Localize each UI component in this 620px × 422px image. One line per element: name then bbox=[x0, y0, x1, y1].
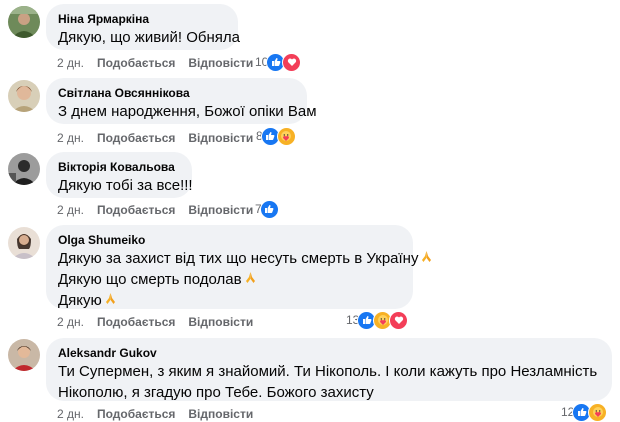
like-link[interactable]: Подобається bbox=[97, 56, 175, 70]
reply-link[interactable]: Відповісти bbox=[188, 407, 253, 421]
reaction-summary[interactable]: 7 bbox=[255, 199, 279, 219]
avatar[interactable] bbox=[8, 80, 40, 112]
comment-author[interactable]: Вікторія Ковальова bbox=[58, 159, 180, 175]
reaction-summary[interactable]: 12 bbox=[561, 402, 608, 422]
love-icon bbox=[389, 310, 409, 330]
love-icon bbox=[282, 52, 302, 72]
comment-bubble: Вікторія Ковальова Дякую тобі за все!!! bbox=[46, 152, 193, 198]
comment-author[interactable]: Aleksandr Gukov bbox=[58, 345, 600, 361]
care-icon bbox=[588, 402, 608, 422]
comment-author[interactable]: Ніна Ярмаркіна bbox=[58, 11, 226, 27]
like-link[interactable]: Подобається bbox=[97, 131, 175, 145]
comment-time[interactable]: 2 дн. bbox=[57, 203, 84, 217]
comment-actions: 2 дн. Подобається Відповісти bbox=[57, 130, 266, 146]
comment-time[interactable]: 2 дн. bbox=[57, 131, 84, 145]
like-link[interactable]: Подобається bbox=[97, 407, 175, 421]
reply-link[interactable]: Відповісти bbox=[188, 315, 253, 329]
like-icon bbox=[259, 199, 279, 219]
comment-text: Дякую, що живий! Обняла bbox=[58, 29, 241, 46]
comment-text-line: Дякую bbox=[58, 292, 102, 309]
comment-author[interactable]: Світлана Овсяннікова bbox=[58, 85, 295, 101]
reply-link[interactable]: Відповісти bbox=[188, 131, 253, 145]
avatar[interactable] bbox=[8, 339, 40, 371]
comment-text-line: Дякую за захист від тих що несуть смерть… bbox=[58, 250, 419, 267]
comment-text: Дякую за захист від тих що несуть смерть… bbox=[58, 248, 432, 269]
comment-actions: 2 дн. Подобається Відповісти bbox=[57, 314, 266, 330]
comment-actions: 2 дн. Подобається Відповісти bbox=[57, 202, 266, 218]
comment-text: Дякую bbox=[58, 290, 401, 311]
folded-hands-icon bbox=[244, 269, 257, 290]
reply-link[interactable]: Відповісти bbox=[188, 203, 253, 217]
comment-text: Ти Супермен, з яким я знайомий. Ти Нікоп… bbox=[58, 363, 598, 380]
comment-actions: 2 дн. Подобається Відповісти bbox=[57, 406, 266, 422]
folded-hands-icon bbox=[104, 290, 117, 311]
comment-time[interactable]: 2 дн. bbox=[57, 407, 84, 421]
like-link[interactable]: Подобається bbox=[97, 315, 175, 329]
comment-bubble: Світлана Овсяннікова З днем народження, … bbox=[46, 78, 317, 124]
comment-text: Дякую що смерть подолав bbox=[58, 269, 401, 290]
reaction-summary[interactable]: 13 bbox=[346, 310, 409, 330]
reply-link[interactable]: Відповісти bbox=[188, 56, 253, 70]
comment-bubble: Olga Shumeiko Дякую за захист від тих що… bbox=[46, 225, 432, 311]
comment-text: Дякую тобі за все!!! bbox=[58, 177, 193, 194]
reaction-summary[interactable]: 10 bbox=[255, 52, 302, 72]
comment-actions: 2 дн. Подобається Відповісти bbox=[57, 55, 266, 71]
reaction-summary[interactable]: 8 bbox=[256, 126, 296, 146]
comment-text: З днем народження, Божої опіки Вам bbox=[58, 103, 317, 120]
like-link[interactable]: Подобається bbox=[97, 203, 175, 217]
avatar[interactable] bbox=[8, 227, 40, 259]
comment-author[interactable]: Olga Shumeiko bbox=[58, 232, 401, 248]
comment-text-line: Дякую що смерть подолав bbox=[58, 271, 242, 288]
comment-time[interactable]: 2 дн. bbox=[57, 315, 84, 329]
avatar[interactable] bbox=[8, 153, 40, 185]
comment-text: Нікополю, я згадую про Тебе. Божого захи… bbox=[58, 384, 374, 401]
comment-bubble: Aleksandr Gukov Ти Супермен, з яким я зн… bbox=[46, 338, 612, 401]
care-icon bbox=[276, 126, 296, 146]
comment-time[interactable]: 2 дн. bbox=[57, 56, 84, 70]
comment-bubble: Ніна Ярмаркіна Дякую, що живий! Обняла bbox=[46, 4, 241, 50]
avatar[interactable] bbox=[8, 6, 40, 38]
folded-hands-icon bbox=[420, 248, 433, 269]
